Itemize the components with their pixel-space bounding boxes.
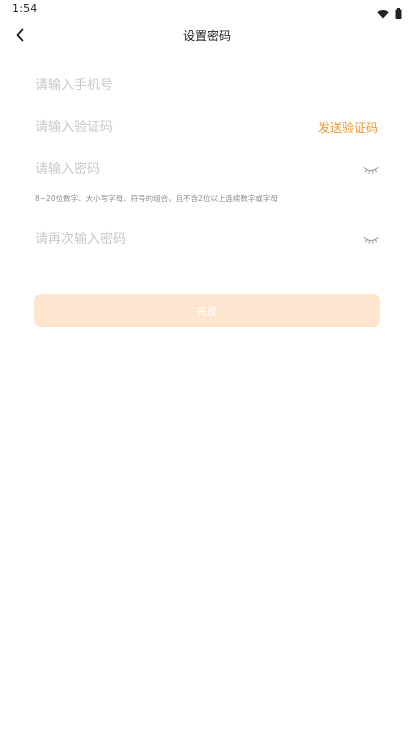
nav-bar: 设置密码	[0, 20, 414, 52]
confirm-password-input[interactable]	[35, 225, 315, 253]
phone-input[interactable]	[35, 71, 315, 99]
confirm-password-visibility-toggle[interactable]	[362, 232, 380, 246]
phone-field-row	[35, 71, 380, 99]
page-title: 设置密码	[182, 29, 231, 43]
password-field-row	[35, 155, 380, 183]
status-bar: 1:54	[0, 0, 414, 20]
send-code-button[interactable]: 发送验证码	[318, 119, 378, 136]
password-hint: 8~20位数字、大小写字母、符号的组合，且不含2位以上连续数字或字母	[35, 194, 278, 203]
submit-button[interactable]: 完成	[34, 294, 380, 327]
password-visibility-toggle[interactable]	[362, 162, 380, 176]
confirm-password-field-row	[35, 225, 380, 253]
status-time: 1:54	[12, 2, 38, 15]
submit-button-label: 完成	[196, 307, 218, 318]
code-field-row: 发送验证码	[35, 113, 380, 141]
password-input[interactable]	[35, 155, 315, 183]
eye-closed-icon	[363, 160, 379, 179]
eye-closed-icon	[363, 230, 379, 249]
verification-code-input[interactable]	[35, 113, 315, 141]
